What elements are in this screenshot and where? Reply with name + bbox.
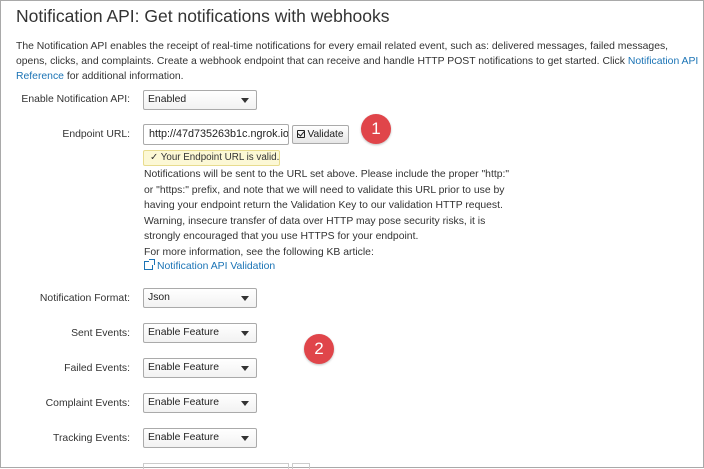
chevron-down-icon bbox=[241, 401, 249, 406]
tracking-events-label: Tracking Events: bbox=[53, 433, 130, 444]
complaint-events-value: Enable Feature bbox=[148, 397, 220, 408]
tracking-events-select[interactable]: Enable Feature bbox=[143, 428, 257, 448]
sent-events-value: Enable Feature bbox=[148, 327, 220, 338]
tracking-events-value: Enable Feature bbox=[148, 432, 220, 443]
chevron-down-icon bbox=[241, 366, 249, 371]
callout-marker-2: 2 bbox=[304, 334, 334, 364]
partial-button bbox=[292, 463, 310, 469]
sent-events-label: Sent Events: bbox=[71, 328, 130, 339]
notification-format-value: Json bbox=[148, 292, 170, 303]
endpoint-help-text: Notifications will be sent to the URL se… bbox=[144, 167, 514, 261]
notification-format-select[interactable]: Json bbox=[143, 288, 257, 308]
page-title: Notification API: Get notifications with… bbox=[16, 6, 390, 26]
help-paragraph: Notifications will be sent to the URL se… bbox=[144, 169, 510, 243]
chevron-down-icon bbox=[241, 331, 249, 336]
notification-format-label: Notification Format: bbox=[39, 293, 130, 304]
chevron-down-icon bbox=[241, 436, 249, 441]
external-link-icon bbox=[144, 259, 155, 270]
partial-input-field bbox=[143, 463, 289, 469]
enable-api-select[interactable]: Enabled bbox=[143, 90, 257, 110]
failed-events-select[interactable]: Enable Feature bbox=[143, 358, 257, 378]
kb-article-link[interactable]: Notification API Validation bbox=[144, 259, 276, 272]
valid-url-message: ✓ Your Endpoint URL is valid. bbox=[143, 150, 280, 166]
intro-paragraph: The Notification API enables the receipt… bbox=[16, 39, 702, 84]
intro-suffix: for additional information. bbox=[63, 71, 184, 82]
callout-marker-1: 1 bbox=[361, 114, 391, 144]
validate-label: Validate bbox=[307, 129, 344, 140]
complaint-events-label: Complaint Events: bbox=[45, 398, 130, 409]
endpoint-url-input[interactable]: http://47d735263b1c.ngrok.io bbox=[143, 124, 289, 145]
chevron-down-icon bbox=[241, 98, 249, 103]
chevron-down-icon bbox=[241, 296, 249, 301]
kb-link-label: Notification API Validation bbox=[157, 261, 276, 272]
validate-button[interactable]: Validate bbox=[292, 125, 349, 144]
kb-intro-text: For more information, see the following … bbox=[144, 246, 374, 258]
complaint-events-select[interactable]: Enable Feature bbox=[143, 393, 257, 413]
checkbox-icon bbox=[297, 130, 306, 138]
intro-text: The Notification API enables the receipt… bbox=[16, 41, 669, 67]
endpoint-url-label: Endpoint URL: bbox=[62, 129, 130, 140]
enable-api-value: Enabled bbox=[148, 94, 187, 105]
enable-api-label: Enable Notification API: bbox=[21, 94, 130, 105]
failed-events-label: Failed Events: bbox=[64, 363, 130, 374]
sent-events-select[interactable]: Enable Feature bbox=[143, 323, 257, 343]
failed-events-value: Enable Feature bbox=[148, 362, 220, 373]
